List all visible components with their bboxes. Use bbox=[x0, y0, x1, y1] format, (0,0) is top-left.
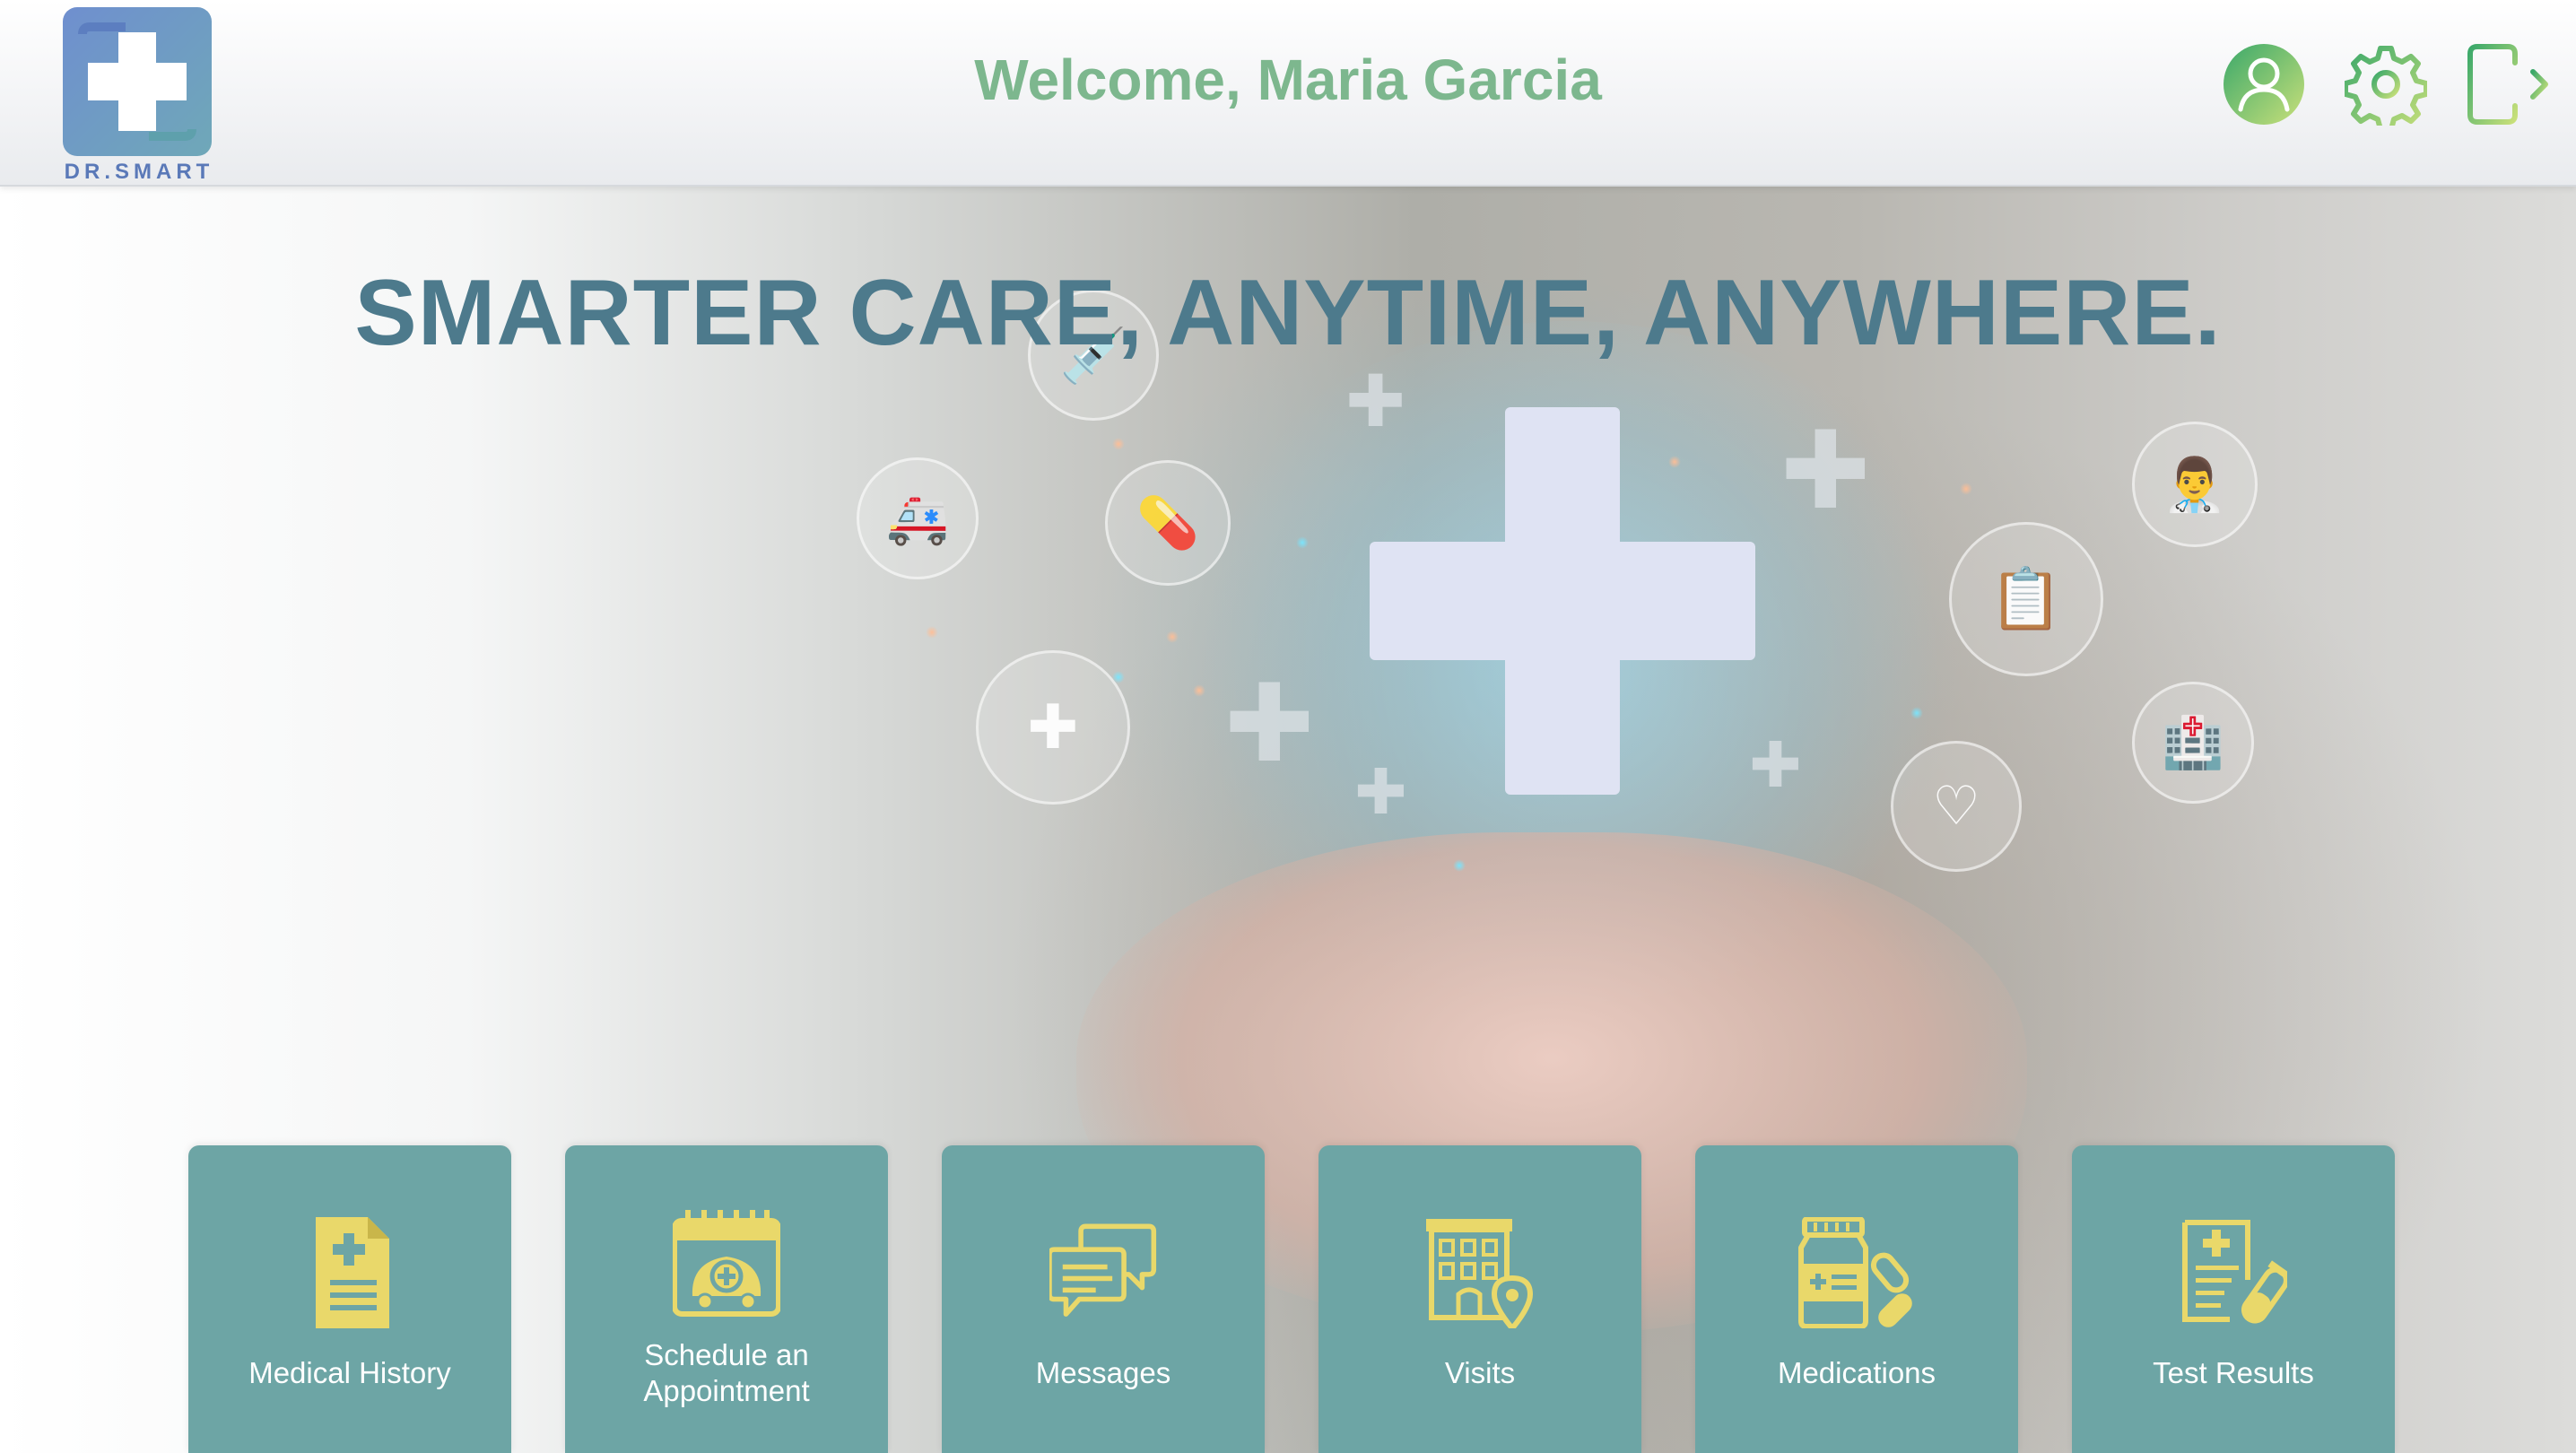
sparkle bbox=[1296, 536, 1309, 549]
hero-tagline: SMARTER CARE, ANYTIME, ANYWHERE. bbox=[354, 261, 2222, 365]
tile-test-results[interactable]: Test Results bbox=[2072, 1145, 2395, 1453]
first-aid-kit-icon: ✚ bbox=[976, 650, 1130, 805]
hospital-building-icon: 🏥 bbox=[2132, 682, 2254, 804]
tile-label: Messages bbox=[1035, 1356, 1171, 1389]
calendar-ambulance-icon bbox=[673, 1210, 780, 1317]
tile-schedule-appointment[interactable]: Schedule an Appointment bbox=[565, 1145, 888, 1453]
chat-bubbles-icon bbox=[1049, 1223, 1157, 1317]
medical-document-icon bbox=[316, 1217, 389, 1328]
pill-icon: 💊 bbox=[1105, 460, 1231, 586]
profile-button[interactable] bbox=[2221, 41, 2307, 127]
tile-medications[interactable]: Medications bbox=[1695, 1145, 2018, 1453]
top-header: DR.SMART Welcome, Maria Garcia bbox=[0, 0, 2576, 187]
heart-rate-icon: ♡ bbox=[1891, 741, 2022, 872]
logo-text: DR.SMART bbox=[64, 160, 214, 184]
tile-visits[interactable]: Visits bbox=[1318, 1145, 1641, 1453]
hospital-location-icon bbox=[1426, 1219, 1534, 1328]
small-cross-icon: ✚ bbox=[1780, 409, 1871, 534]
small-cross-icon: ✚ bbox=[1354, 755, 1407, 829]
doctor-icon: 👨‍⚕️ bbox=[2132, 422, 2258, 547]
lab-report-icon bbox=[2182, 1220, 2287, 1324]
settings-button[interactable] bbox=[2343, 41, 2429, 127]
small-cross-icon: ✚ bbox=[1749, 728, 1802, 802]
gear-icon bbox=[2345, 46, 2427, 126]
welcome-message: Welcome, Maria Garcia bbox=[974, 48, 1602, 112]
sparkle bbox=[1960, 483, 1972, 495]
tile-label: Visits bbox=[1444, 1356, 1516, 1389]
tile-medical-history[interactable]: Medical History bbox=[188, 1145, 511, 1453]
pill-bottle-icon bbox=[1798, 1217, 1912, 1328]
tile-label: Test Results bbox=[2153, 1356, 2314, 1389]
sparkle bbox=[1166, 631, 1179, 643]
sparkle bbox=[1193, 684, 1205, 697]
medical-cross-graphic-bar bbox=[1370, 542, 1755, 660]
small-cross-icon: ✚ bbox=[1345, 360, 1406, 443]
tile-label: Medications bbox=[1777, 1356, 1936, 1389]
sparkle bbox=[1910, 707, 1923, 719]
small-cross-icon: ✚ bbox=[1224, 662, 1315, 787]
tile-label: Schedule an Appointment bbox=[643, 1338, 810, 1407]
user-circle-icon bbox=[2224, 44, 2304, 125]
sparkle bbox=[926, 626, 938, 639]
clipboard-icon: 📋 bbox=[1949, 522, 2103, 676]
sparkle bbox=[1112, 438, 1125, 450]
sparkle bbox=[1668, 456, 1681, 468]
tile-messages[interactable]: Messages bbox=[942, 1145, 1265, 1453]
logout-button[interactable] bbox=[2465, 41, 2551, 127]
tile-label: Medical History bbox=[248, 1356, 451, 1389]
sparkle bbox=[1453, 859, 1466, 872]
logout-icon bbox=[2467, 44, 2548, 125]
ambulance-icon: 🚑 bbox=[857, 457, 979, 579]
sparkle bbox=[1112, 671, 1125, 683]
